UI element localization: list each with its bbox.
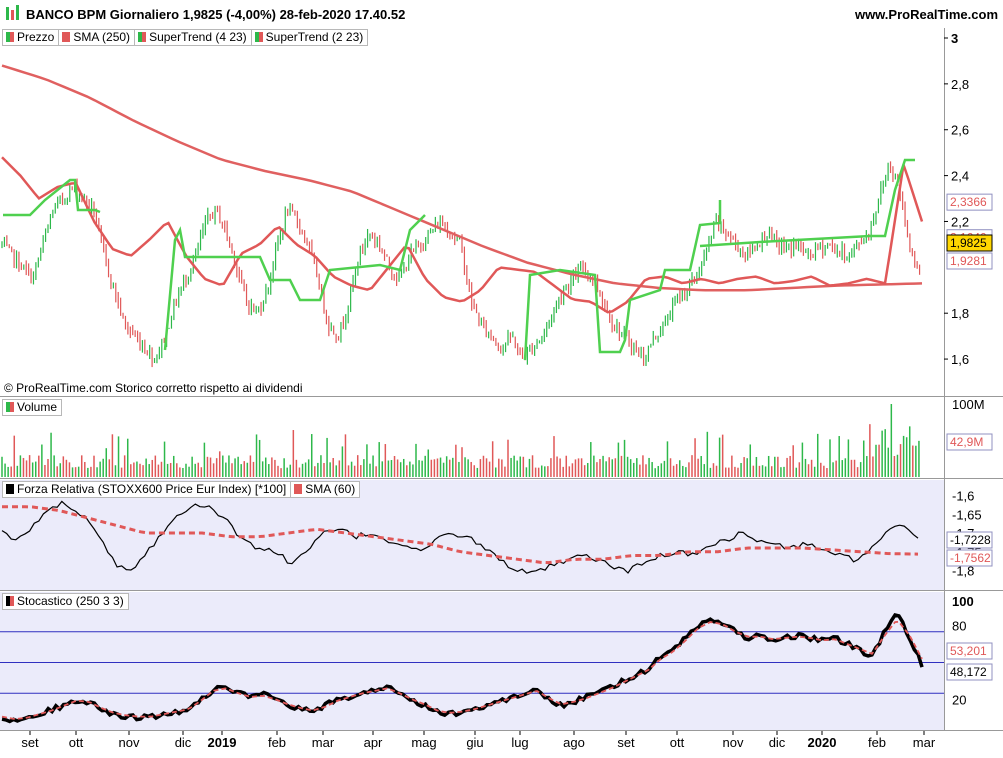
legend-label: SMA (250)	[73, 30, 131, 44]
stoch-tag-d: 53,201	[950, 644, 987, 658]
price-axis-label: 1,6	[951, 352, 969, 367]
x-axis-label: ago	[563, 735, 585, 750]
x-axis-label: mar	[913, 735, 936, 750]
x-axis-label: ott	[670, 735, 685, 750]
legend-label: SuperTrend (2 23)	[265, 30, 364, 44]
legend-label: Prezzo	[17, 30, 55, 44]
legend-label: SMA (60)	[305, 482, 356, 496]
stoch-axis-label: 100	[952, 594, 974, 609]
x-axis-label: feb	[868, 735, 886, 750]
rs-tag: -1,7228	[950, 533, 991, 547]
watermark: © ProRealTime.com Storico corretto rispe…	[4, 381, 303, 395]
price-axis-label: 2,4	[951, 169, 969, 184]
x-axis-label: ott	[69, 735, 84, 750]
legend-item-rs-sma[interactable]: SMA (60)	[291, 482, 359, 497]
legend-volume[interactable]: Volume	[2, 399, 63, 416]
x-axis-label: nov	[723, 735, 744, 750]
rs-axis-label: -1,65	[952, 507, 982, 522]
stoch-tag-k: 48,172	[950, 665, 987, 679]
volume-axis-label: 100M	[952, 397, 985, 412]
legend-price: Prezzo SMA (250) SuperTrend (4 23) SuperTre…	[2, 29, 369, 46]
x-axis-label: mag	[411, 735, 436, 750]
price-tag-supertrend-1: 2,3366	[950, 195, 987, 209]
price-axis-label: 2,2	[951, 214, 969, 229]
price-tag-sma: 1,9281	[950, 254, 987, 268]
legend-item-supertrend-1[interactable]: SuperTrend (4 23)	[135, 30, 252, 45]
x-axis-label: lug	[511, 735, 528, 750]
x-axis-label: set	[617, 735, 635, 750]
x-axis-label: giu	[466, 735, 483, 750]
chart-title: BANCO BPM Giornaliero 1,9825 (-4,00%) 28…	[26, 7, 405, 22]
legend-label: SuperTrend (4 23)	[149, 30, 247, 44]
volume-tag: 42,9M	[950, 435, 983, 449]
x-axis-label: feb	[268, 735, 286, 750]
legend-item-supertrend-2[interactable]: SuperTrend (2 23)	[252, 30, 368, 45]
price-axis-label: 2,6	[951, 123, 969, 138]
legend-item-sma[interactable]: SMA (250)	[59, 30, 136, 45]
x-axis-label: set	[21, 735, 39, 750]
legend-label: Forza Relativa (STOXX600 Price Eur Index…	[17, 482, 287, 496]
legend-label: Volume	[17, 400, 58, 414]
chart-canvas: BANCO BPM Giornaliero 1,9825 (-4,00%) 28…	[0, 0, 1003, 750]
price-axis-label: 1,8	[951, 306, 969, 321]
stoch-axis-label: 20	[952, 692, 966, 707]
chart-root: BANCO BPM Giornaliero 1,9825 (-4,00%) 28…	[0, 0, 1003, 753]
x-axis-label: nov	[119, 735, 140, 750]
rs-axis-label: -1,6	[952, 489, 974, 504]
legend-rs: Forza Relativa (STOXX600 Price Eur Index…	[2, 481, 361, 498]
x-axis-label: 2020	[808, 735, 837, 750]
price-axis-label: 2,8	[951, 77, 969, 92]
legend-item-rs[interactable]: Forza Relativa (STOXX600 Price Eur Index…	[3, 482, 292, 497]
x-axis-label: dic	[769, 735, 786, 750]
price-panel[interactable]	[0, 28, 944, 396]
legend-stoch[interactable]: Stocastico (250 3 3)	[2, 593, 129, 610]
price-tag-last: 1,9825	[950, 236, 987, 250]
price-axis-label: 3	[951, 31, 958, 46]
stoch-axis-label: 80	[952, 619, 966, 634]
x-axis-label: dic	[175, 735, 192, 750]
x-axis-label: mar	[312, 735, 335, 750]
x-axis-label: apr	[364, 735, 383, 750]
rs-sma-tag: -1,7562	[950, 551, 991, 565]
legend-item-prezzo[interactable]: Prezzo	[3, 30, 60, 45]
legend-label: Stocastico (250 3 3)	[17, 594, 124, 608]
x-axis-label: 2019	[208, 735, 237, 750]
site-label[interactable]: www.ProRealTime.com	[854, 7, 998, 22]
